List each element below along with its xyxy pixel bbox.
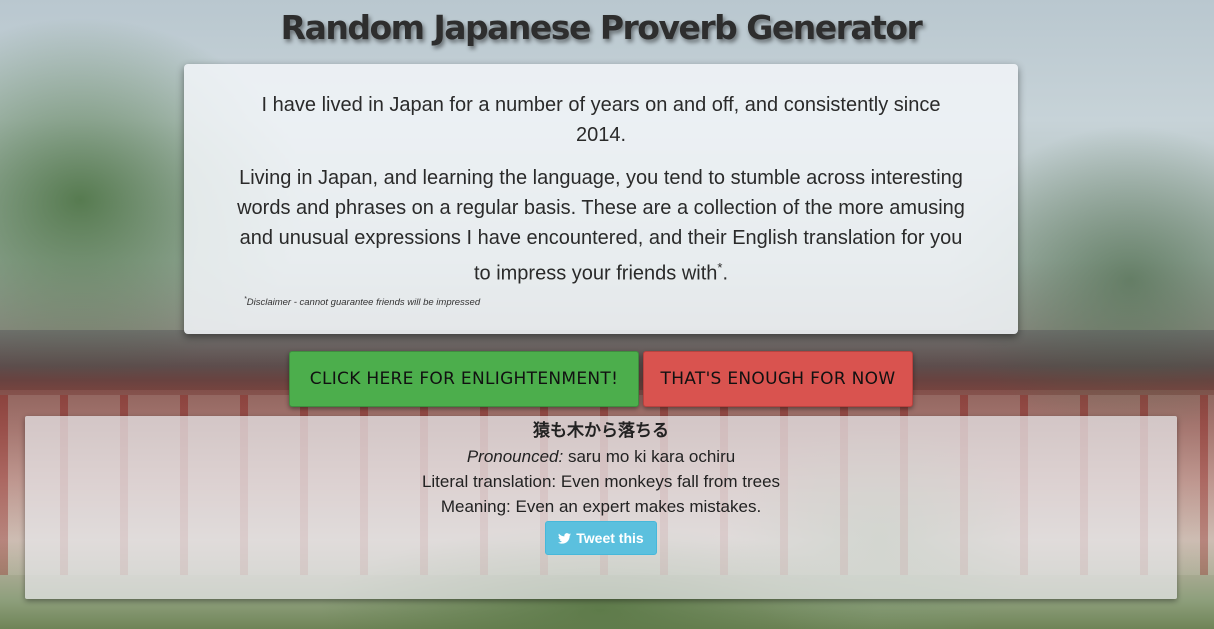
tweet-button-label: Tweet this bbox=[576, 530, 644, 546]
proverb-literal-translation: Literal translation: Even monkeys fall f… bbox=[25, 469, 1177, 494]
intro-card: I have lived in Japan for a number of ye… bbox=[184, 64, 1018, 334]
disclaimer: *Disclaimer - cannot guarantee friends w… bbox=[244, 296, 480, 308]
tweet-button[interactable]: Tweet this bbox=[545, 521, 657, 555]
page-title: Random Japanese Proverb Generator bbox=[280, 8, 923, 47]
enlightenment-button[interactable]: CLICK HERE FOR ENLIGHTENMENT! bbox=[289, 351, 639, 407]
intro-period: . bbox=[722, 262, 729, 285]
twitter-bird-icon bbox=[558, 532, 572, 544]
disclaimer-text: Disclaimer - cannot guarantee friends wi… bbox=[246, 297, 481, 309]
proverb-pronunciation: Pronounced: saru mo ki kara ochiru bbox=[25, 444, 1177, 469]
pronounced-label: Pronounced: bbox=[466, 447, 564, 466]
enough-button[interactable]: THAT'S ENOUGH FOR NOW bbox=[643, 351, 913, 407]
literal-value: Even monkeys fall from trees bbox=[560, 472, 781, 491]
proverb-japanese: 猿も木から落ちる bbox=[533, 421, 669, 441]
intro-paragraph-2: Living in Japan, and learning the langua… bbox=[236, 163, 966, 289]
intro-paragraph-1: I have lived in Japan for a number of ye… bbox=[261, 94, 941, 146]
intro-paragraph-2-text: Living in Japan, and learning the langua… bbox=[237, 167, 965, 285]
proverb-meaning: Meaning: Even an expert makes mistakes. bbox=[25, 494, 1177, 519]
pronounced-value: saru mo ki kara ochiru bbox=[567, 447, 736, 466]
literal-label: Literal translation: bbox=[421, 472, 557, 491]
proverb-card: 猿も木から落ちる Pronounced: saru mo ki kara och… bbox=[25, 416, 1177, 599]
meaning-label: Meaning: bbox=[440, 497, 511, 516]
meaning-value: Even an expert makes mistakes. bbox=[515, 497, 762, 516]
